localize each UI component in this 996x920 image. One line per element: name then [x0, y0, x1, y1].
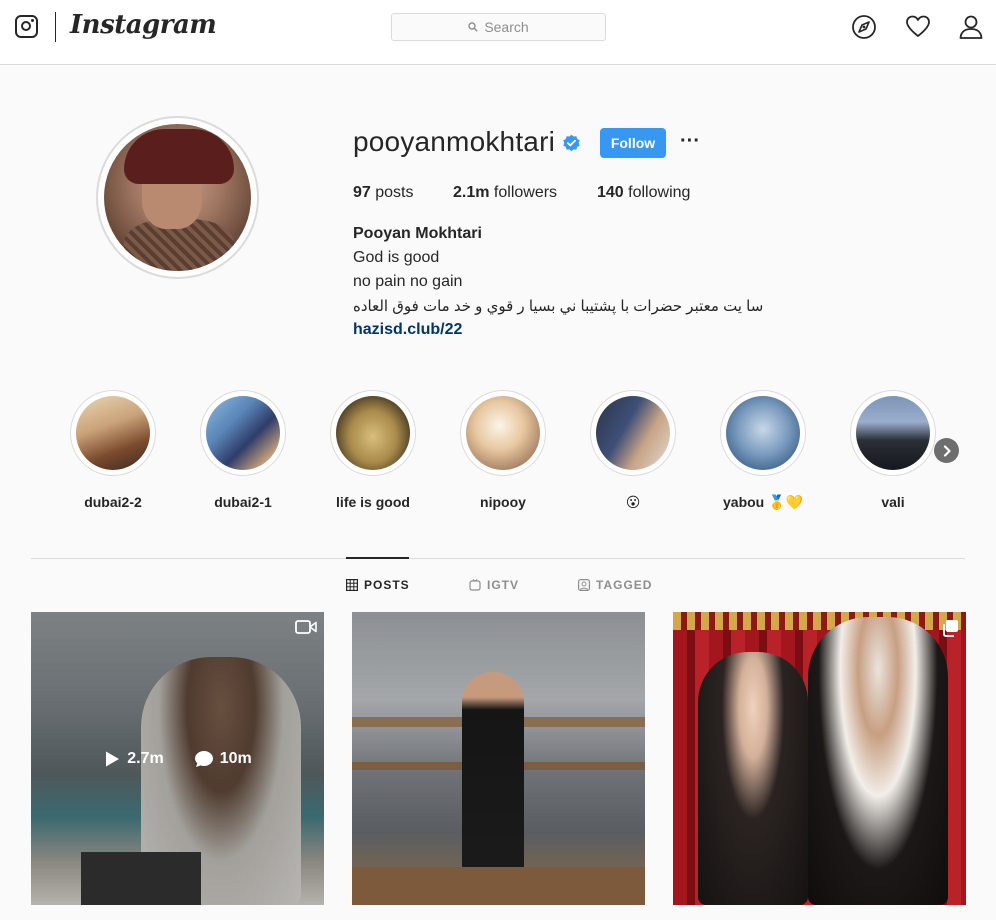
highlight-dubai2-2[interactable]: dubai2-2	[70, 390, 156, 510]
highlights-next-button[interactable]	[934, 438, 959, 463]
bio-line-3: سا يت معتبر حضرات با پشتيبا ني بسيا ر قو…	[353, 298, 764, 315]
heart-activity-icon[interactable]	[905, 14, 931, 40]
highlight-life-is-good[interactable]: life is good	[330, 390, 416, 510]
avatar-photo	[104, 124, 251, 271]
search-icon	[468, 22, 479, 32]
follow-button[interactable]: Follow	[600, 128, 666, 158]
highlight-label: dubai2-1	[214, 494, 272, 510]
post-tile-3[interactable]	[673, 612, 966, 905]
instagram-wordmark[interactable]: Instagram	[70, 10, 217, 40]
tab-label: TAGGED	[596, 578, 653, 592]
highlight-label: nipooy	[480, 494, 526, 510]
post-tile-2[interactable]	[352, 612, 645, 905]
explore-compass-icon[interactable]	[851, 14, 877, 40]
top-nav: Instagram Search	[0, 0, 996, 65]
posts-count[interactable]: 97 posts	[353, 184, 414, 202]
highlight-nipooy[interactable]: nipooy	[460, 390, 546, 510]
views-stat: 2.7m	[103, 750, 164, 768]
profile-username: pooyanmokhtari	[353, 126, 556, 157]
highlight-label: 😮	[625, 494, 641, 510]
instagram-glyph-icon[interactable]	[15, 15, 38, 38]
bio-line-2: no pain no gain	[353, 273, 463, 290]
post-tile-1[interactable]: 2.7m 10m	[31, 612, 324, 905]
search-placeholder: Search	[484, 19, 529, 35]
highlight-label: dubai2-2	[84, 494, 142, 510]
igtv-icon	[469, 579, 481, 591]
followers-count[interactable]: 2.1m followers	[453, 184, 557, 202]
highlight-yabou[interactable]: yabou 🥇💛	[720, 390, 806, 511]
highlight-vali[interactable]: vali	[850, 390, 936, 510]
tab-label: POSTS	[364, 578, 410, 592]
highlight-label: life is good	[336, 494, 410, 510]
highlight-label: vali	[881, 494, 905, 510]
tab-igtv[interactable]: IGTV	[469, 578, 519, 592]
verified-badge-icon	[563, 134, 580, 152]
tabs-divider	[31, 558, 965, 559]
carousel-multiple-icon	[943, 620, 958, 637]
tagged-person-icon	[578, 579, 590, 591]
search-input[interactable]: Search	[391, 13, 606, 41]
nav-separator	[55, 12, 56, 42]
highlight-label: yabou 🥇💛	[723, 494, 803, 510]
highlight-dubai2-1[interactable]: dubai2-1	[200, 390, 286, 510]
tab-tagged[interactable]: TAGGED	[578, 578, 652, 592]
post-hover-overlay: 2.7m 10m	[31, 612, 324, 905]
chevron-right-icon	[943, 444, 951, 457]
profile-avatar[interactable]	[96, 116, 259, 279]
video-camera-icon	[295, 620, 317, 634]
play-icon	[106, 751, 120, 766]
profile-user-icon[interactable]	[958, 14, 984, 40]
comment-bubble-icon	[194, 750, 213, 767]
active-tab-indicator	[346, 557, 409, 559]
highlight-surprised[interactable]: 😮	[590, 390, 676, 511]
more-options-icon[interactable]: ···	[680, 131, 700, 151]
tab-label: IGTV	[487, 578, 520, 592]
bio-full-name: Pooyan Mokhtari	[353, 225, 482, 242]
following-count[interactable]: 140 following	[597, 184, 690, 202]
tab-posts[interactable]: POSTS	[346, 578, 410, 592]
grid-icon	[346, 579, 358, 591]
comments-stat: 10m	[194, 750, 252, 768]
bio-website-link[interactable]: hazisd.club/22	[353, 321, 462, 339]
bio-line-1: God is good	[353, 249, 440, 266]
